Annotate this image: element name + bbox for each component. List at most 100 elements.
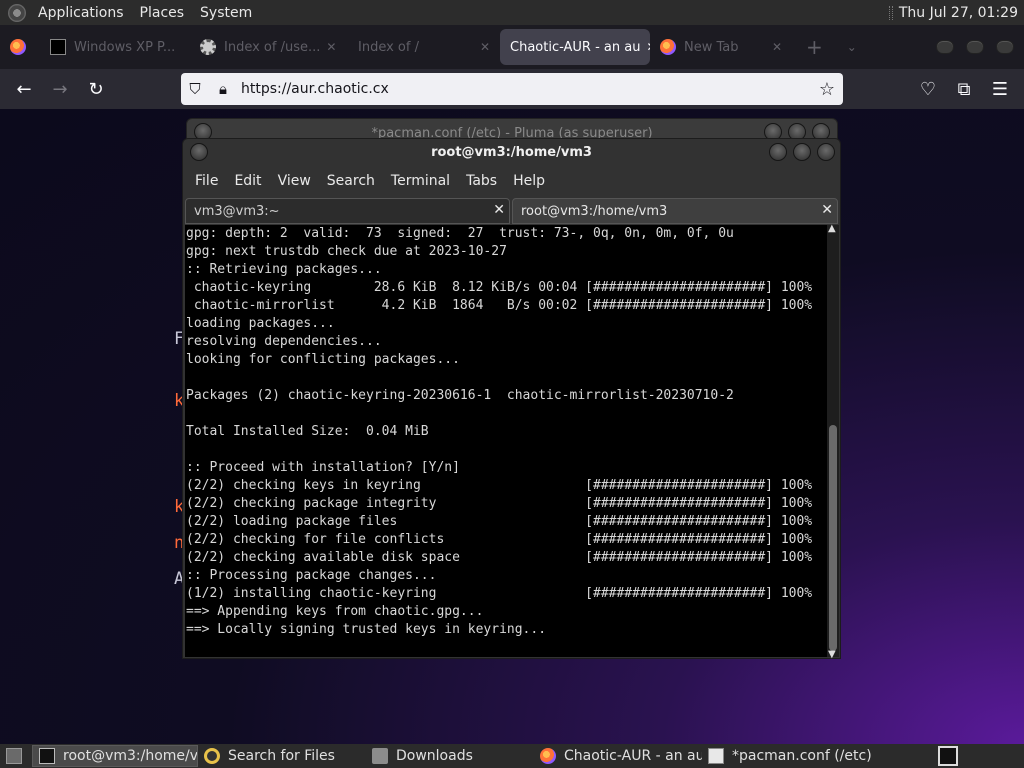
terminal-icon [39,748,55,764]
terminal-line: (2/2) checking available disk space [###… [186,550,813,565]
bookmark-star-icon[interactable]: ☆ [819,79,835,100]
close-icon[interactable]: ✕ [493,202,505,218]
new-tab-plus-icon[interactable]: + [792,35,837,59]
close-icon[interactable]: ✕ [821,202,833,218]
terminal-line: ==> Locally signing trusted keys in keyr… [186,622,547,637]
terminal-title: root@vm3:/home/vm3 [431,145,592,160]
terminal-line: looking for conflicting packages... [186,352,460,367]
menu-search[interactable]: Search [319,173,383,189]
tab-windows-xp[interactable]: Windows XP P... [40,29,190,65]
forward-arrow-icon[interactable]: → [42,73,78,105]
tab-index-of-root[interactable]: Index of / ✕ [340,29,500,65]
close-button[interactable] [817,143,835,161]
terminal-titlebar[interactable]: root@vm3:/home/vm3 [183,139,840,167]
taskbar-item-pluma[interactable]: *pacman.conf (/etc) ... [702,745,872,767]
window-controls [930,40,1024,54]
firefox-icon [10,39,26,55]
panel-grip-handle[interactable] [888,5,893,20]
top-panel: Applications Places System Thu Jul 27, 0… [0,0,1024,25]
terminal-line: :: Proceed with installation? [Y/n] [186,460,460,475]
terminal-line: chaotic-mirrorlist 4.2 KiB 1864 B/s 00:0… [186,298,813,313]
terminal-output[interactable]: gpg: depth: 2 valid: 73 signed: 27 trust… [185,225,827,657]
reload-icon[interactable]: ↻ [78,73,114,105]
maximize-button[interactable] [966,40,984,54]
close-button[interactable] [996,40,1014,54]
taskbar-item-label: Downloads [396,748,473,764]
taskbar-item-firefox[interactable]: Chaotic-AUR - an au... [534,745,702,767]
taskbar-item-label: *pacman.conf (/etc) ... [732,748,872,764]
clock[interactable]: Thu Jul 27, 01:29 [899,5,1024,21]
menu-terminal[interactable]: Terminal [383,173,458,189]
terminal-line: Total Installed Size: 0.04 MiB [186,424,429,439]
tab-index-of-use[interactable]: Index of /use... ✕ [190,29,340,65]
close-icon[interactable]: ✕ [766,40,782,54]
terminal-window[interactable]: root@vm3:/home/vm3 File Edit View Search… [182,138,841,660]
terminal-line: (2/2) checking keys in keyring [########… [186,478,813,493]
tab-label: Chaotic-AUR - an au [510,39,641,55]
places-menu[interactable]: Places [132,5,193,21]
menu-edit[interactable]: Edit [226,173,269,189]
distro-logo-icon[interactable] [8,3,26,22]
firefox-icon [660,39,676,55]
back-arrow-icon[interactable]: ← [6,73,42,105]
terminal-line: :: Retrieving packages... [186,262,382,277]
firefox-view-button[interactable] [0,29,40,65]
pluma-icon [708,748,724,764]
maximize-button[interactable] [793,143,811,161]
window-menu-button[interactable] [190,143,208,161]
applications-menu[interactable]: Applications [30,5,132,21]
terminal-scrollbar[interactable]: ▲ ▼ [827,223,839,660]
taskbar-item-label: Search for Files [228,748,335,764]
scroll-up-arrow-icon[interactable]: ▲ [828,223,836,234]
taskbar-item-terminal[interactable]: root@vm3:/home/v... [32,745,198,767]
taskbar-item-downloads[interactable]: Downloads [366,745,534,767]
terminal-line: gpg: next trustdb check due at 2023-10-2… [186,244,507,259]
terminal-menubar: File Edit View Search Terminal Tabs Help [183,167,840,195]
tab-root-home-vm3[interactable]: root@vm3:/home/vm3 ✕ [512,198,838,224]
close-icon[interactable]: ✕ [474,40,490,54]
url-text[interactable]: https://aur.chaotic.cx [241,81,389,97]
menu-file[interactable]: File [187,173,226,189]
hamburger-menu-icon[interactable]: ☰ [982,73,1018,105]
tab-label: vm3@vm3:~ [194,203,280,219]
tab-label: New Tab [684,39,739,55]
tab-label: root@vm3:/home/vm3 [521,203,668,219]
bottom-taskbar: root@vm3:/home/v... Search for Files Dow… [0,744,1024,768]
system-menu[interactable]: System [192,5,260,21]
minimize-button[interactable] [936,40,954,54]
terminal-line: (2/2) checking package integrity [######… [186,496,813,511]
lock-icon[interactable]: 🔒︎ [209,80,237,98]
extensions-icon[interactable]: ⧉ [946,73,982,105]
scroll-down-arrow-icon[interactable]: ▼ [828,649,836,660]
list-tabs-chevron-icon[interactable]: ⌄ [837,40,867,54]
close-icon[interactable]: ✕ [640,40,650,54]
firefox-nav-bar: ← → ↻ ⛉ 🔒︎ https://aur.chaotic.cx ☆ ♡ ⧉ … [0,69,1024,109]
tab-vm3-home[interactable]: vm3@vm3:~ ✕ [185,198,510,224]
shield-icon[interactable]: ⛉ [181,80,209,98]
scrollbar-thumb[interactable] [829,425,837,651]
minimize-button[interactable] [769,143,787,161]
folder-icon [372,748,388,764]
tab-chaotic-aur[interactable]: Chaotic-AUR - an au ✕ [500,29,650,65]
taskbar-item-label: Chaotic-AUR - an au... [564,748,702,764]
menu-tabs[interactable]: Tabs [458,173,505,189]
menu-view[interactable]: View [270,173,319,189]
workspace-switcher[interactable] [938,746,958,766]
tab-label: Windows XP P... [74,39,176,55]
firefox-icon [540,748,556,764]
pocket-icon[interactable]: ♡ [910,73,946,105]
show-desktop-button[interactable] [0,745,32,767]
black-square-icon [50,39,66,55]
tab-label: Index of /use... [224,39,321,55]
terminal-line: (2/2) loading package files [###########… [186,514,813,529]
url-bar[interactable]: ⛉ 🔒︎ https://aur.chaotic.cx ☆ [181,73,843,105]
firefox-tab-bar: Windows XP P... Index of /use... ✕ Index… [0,25,1024,69]
taskbar-item-search[interactable]: Search for Files [198,745,366,767]
tab-new-tab[interactable]: New Tab ✕ [650,29,792,65]
menu-help[interactable]: Help [505,173,553,189]
search-icon [204,748,220,764]
close-icon[interactable]: ✕ [320,40,336,54]
